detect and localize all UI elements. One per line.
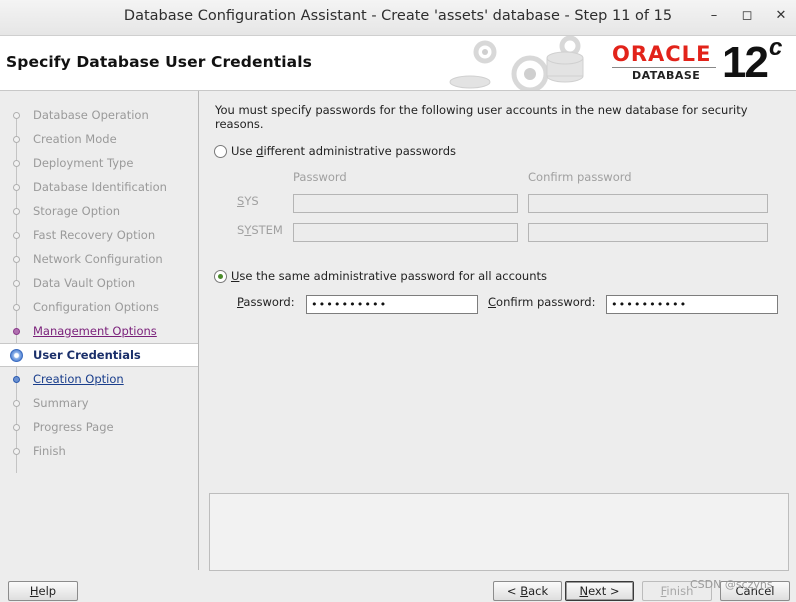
step-database-identification: Database Identification: [0, 176, 198, 198]
confirm-password-label: Confirm password:: [488, 295, 596, 309]
sys-label: SYS: [237, 194, 259, 208]
watermark-text: CSDN @sczyns: [690, 578, 773, 591]
step-label: Storage Option: [33, 204, 121, 218]
step-dot-icon: [13, 400, 20, 407]
step-database-operation: Database Operation: [0, 104, 198, 126]
step-dot-icon: [13, 328, 20, 335]
main-panel: You must specify passwords for the follo…: [199, 91, 796, 571]
current-step-icon: [10, 349, 23, 362]
step-dot-icon: [13, 112, 20, 119]
step-network-configuration: Network Configuration: [0, 248, 198, 270]
step-dot-icon: [13, 376, 20, 383]
step-label: Deployment Type: [33, 156, 134, 170]
step-dot-icon: [13, 304, 20, 311]
step-summary: Summary: [0, 392, 198, 414]
close-icon[interactable]: ✕: [773, 8, 789, 24]
step-label: Fast Recovery Option: [33, 228, 156, 242]
logo-divider: [612, 67, 716, 68]
step-dot-icon: [13, 232, 20, 239]
step-dot-icon: [13, 136, 20, 143]
different-passwords-radio[interactable]: [214, 145, 227, 158]
same-password-radio[interactable]: [214, 270, 227, 283]
confirm-password-input[interactable]: ••••••••••: [606, 295, 778, 314]
window-title: Database Configuration Assistant - Creat…: [123, 8, 673, 24]
step-dot-icon: [13, 208, 20, 215]
system-label: SYSTEM: [237, 223, 283, 237]
version-suffix: c: [768, 34, 782, 62]
page-header: Specify Database User Credentials ORACLE…: [0, 34, 796, 91]
minimize-icon[interactable]: –: [706, 8, 722, 24]
step-management-options[interactable]: Management Options: [0, 320, 198, 342]
sys-confirm-field: [528, 194, 768, 213]
step-label: Configuration Options: [33, 300, 160, 314]
confirm-password-column-header: Confirm password: [528, 170, 632, 184]
password-column-header: Password: [293, 170, 347, 184]
step-label: Data Vault Option: [33, 276, 136, 290]
help-button[interactable]: Help: [8, 581, 78, 601]
step-dot-icon: [13, 424, 20, 431]
same-password-label[interactable]: Use the same administrative password for…: [231, 269, 547, 283]
step-deployment-type: Deployment Type: [0, 152, 198, 174]
step-navigation: Database Operation Creation Mode Deploym…: [0, 91, 199, 570]
button-bar: Help < Back Next > Finish Cancel CSDN @s…: [0, 571, 796, 602]
step-label: User Credentials: [33, 348, 141, 362]
system-confirm-field: [528, 223, 768, 242]
version-number: 12: [722, 38, 769, 87]
step-label: Progress Page: [33, 420, 114, 434]
message-pane: [209, 493, 789, 571]
system-password-field: [293, 223, 518, 242]
step-label[interactable]: Management Options: [33, 324, 157, 338]
step-creation-option[interactable]: Creation Option: [0, 368, 198, 390]
step-dot-icon: [13, 280, 20, 287]
step-fast-recovery-option: Fast Recovery Option: [0, 224, 198, 246]
window-titlebar: Database Configuration Assistant - Creat…: [0, 0, 796, 36]
version-badge: 12c: [722, 34, 782, 88]
step-data-vault-option: Data Vault Option: [0, 272, 198, 294]
step-creation-mode: Creation Mode: [0, 128, 198, 150]
password-label: Password:: [237, 295, 295, 309]
step-storage-option: Storage Option: [0, 200, 198, 222]
step-user-credentials: User Credentials: [0, 343, 198, 367]
sys-password-field: [293, 194, 518, 213]
intro-text: You must specify passwords for the follo…: [215, 103, 748, 131]
step-progress-page: Progress Page: [0, 416, 198, 438]
page-title: Specify Database User Credentials: [6, 53, 312, 71]
step-label: Summary: [33, 396, 89, 410]
gears-decoration-icon: [449, 36, 584, 90]
step-label[interactable]: Creation Option: [33, 372, 124, 386]
password-input[interactable]: ••••••••••: [306, 295, 478, 314]
maximize-icon[interactable]: ◻: [739, 8, 755, 24]
step-label: Creation Mode: [33, 132, 117, 146]
step-dot-icon: [13, 160, 20, 167]
step-label: Database Operation: [33, 108, 149, 122]
oracle-database-label: DATABASE: [632, 69, 701, 82]
step-dot-icon: [13, 184, 20, 191]
oracle-logo: ORACLE: [612, 42, 712, 66]
back-button[interactable]: < Back: [493, 581, 562, 601]
step-label: Database Identification: [33, 180, 167, 194]
step-dot-icon: [13, 448, 20, 455]
different-passwords-label[interactable]: Use different administrative passwords: [231, 144, 456, 158]
step-dot-icon: [13, 256, 20, 263]
next-button[interactable]: Next >: [565, 581, 634, 601]
step-label: Finish: [33, 444, 66, 458]
step-label: Network Configuration: [33, 252, 163, 266]
step-finish: Finish: [0, 440, 198, 462]
step-configuration-options: Configuration Options: [0, 296, 198, 318]
